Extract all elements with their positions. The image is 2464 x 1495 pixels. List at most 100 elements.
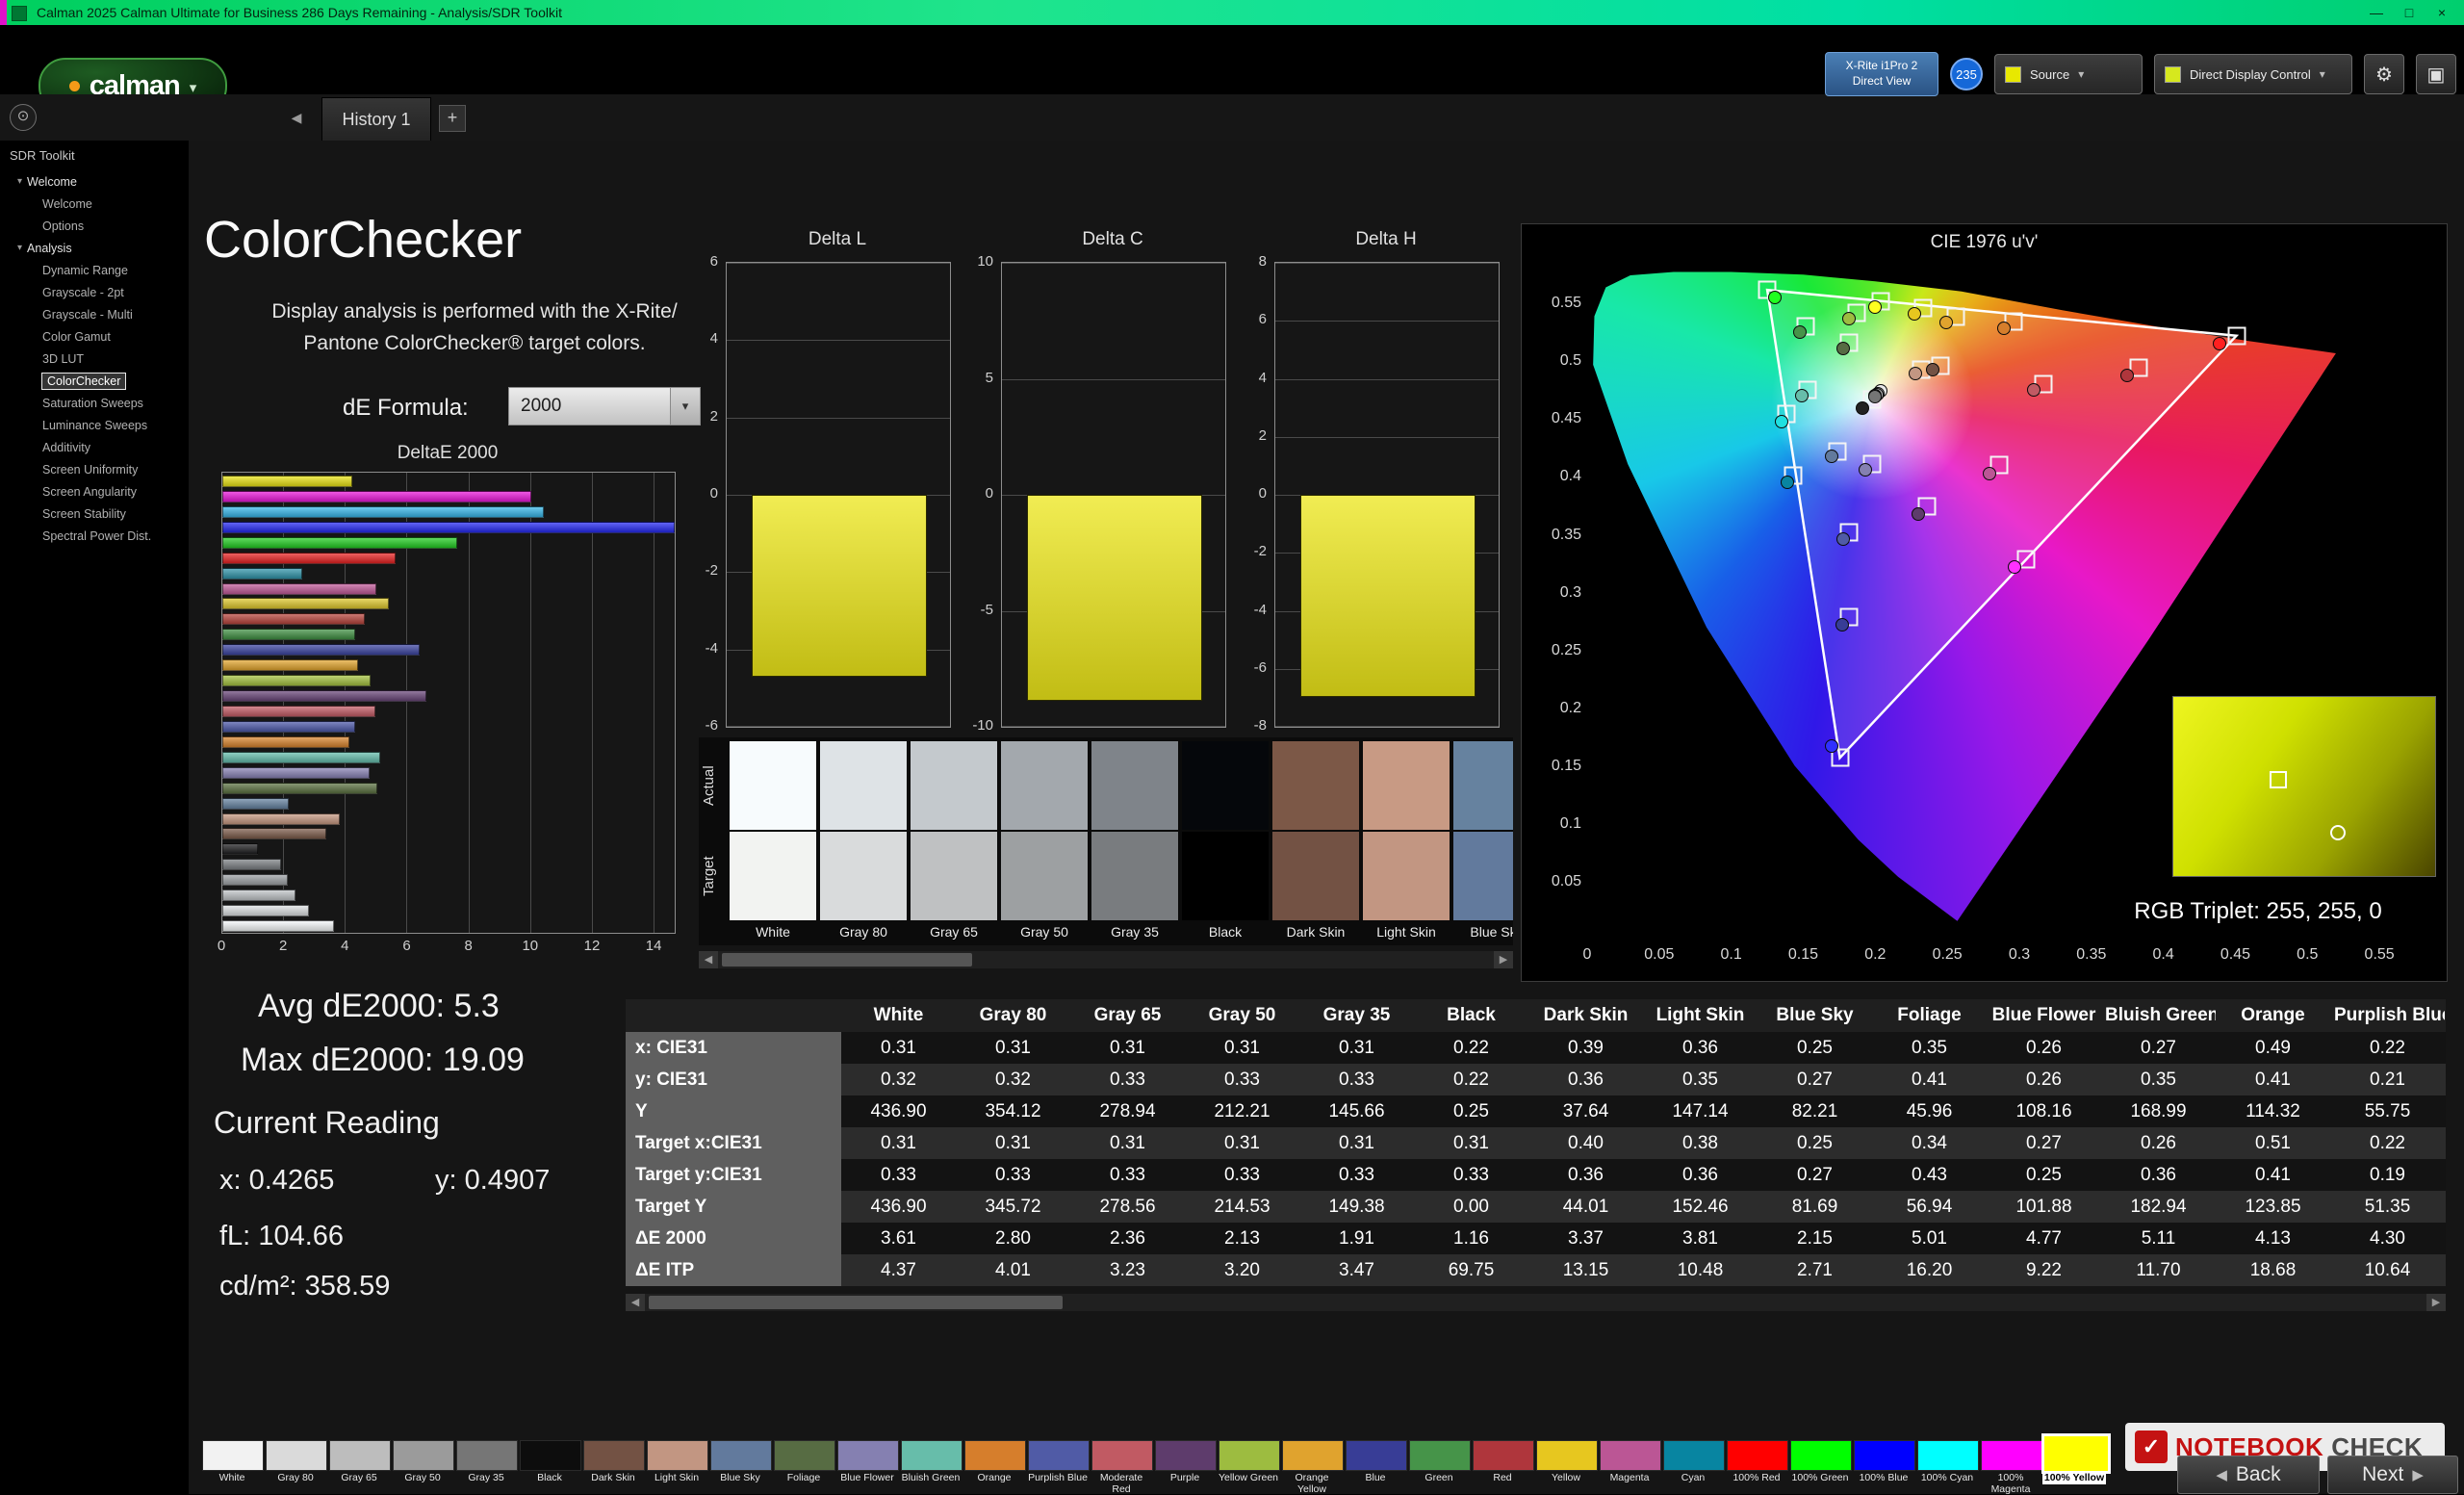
deltae-x-axis: 0 2 4 6 8 10 12 14: [218, 938, 674, 959]
table-cell: 0.33: [956, 1159, 1070, 1191]
table-cell: 147.14: [1643, 1095, 1758, 1127]
y-tick-label: 2: [709, 407, 718, 425]
table-cell: 0.31: [1299, 1032, 1414, 1064]
sidebar-item-screen-angularity[interactable]: Screen Angularity: [0, 480, 189, 503]
patch-100-blue: [1854, 1440, 1915, 1471]
column-header-purplish-blue: Purplish Blue: [2330, 999, 2445, 1032]
table-cell: 0.33: [1070, 1159, 1185, 1191]
row-label: ΔE ITP: [626, 1254, 841, 1286]
table-cell: 4.96: [2445, 1223, 2446, 1254]
tab-scroll-left-icon[interactable]: ◀: [285, 106, 308, 129]
table-cell: 10.48: [1643, 1254, 1758, 1286]
measured-point: [1858, 463, 1872, 477]
table-cell: 1.91: [1299, 1223, 1414, 1254]
column-header-bluish-green: Bluish Green: [2101, 999, 2216, 1032]
sidebar-item-additivity[interactable]: Additivity: [0, 436, 189, 458]
table-cell: 0.19: [2330, 1159, 2445, 1191]
sidebar-item-welcome[interactable]: ▾ Welcome: [0, 170, 189, 193]
measured-point: [1825, 449, 1839, 463]
de-formula-dropdown[interactable]: 2000 ▾: [508, 387, 701, 425]
patch-label: Yellow Green: [1218, 1472, 1279, 1483]
patch-label: Green: [1424, 1472, 1453, 1483]
measured-point: [1836, 341, 1851, 355]
table-cell: 0.46: [2445, 1127, 2446, 1159]
patch-label: Purplish Blue: [1028, 1472, 1088, 1483]
measured-point: [2008, 559, 2022, 574]
table-cell: 0.35: [1872, 1032, 1987, 1064]
measured-point: [1868, 299, 1883, 314]
sidebar-item-saturation-sweeps[interactable]: Saturation Sweeps: [0, 392, 189, 414]
deltae-bar-gray-50: [222, 874, 289, 887]
table-cell: 278.94: [1070, 1095, 1185, 1127]
table-cell: 0.22: [1414, 1032, 1528, 1064]
scroll-left-icon[interactable]: ◀: [699, 951, 718, 968]
sidebar-item-3d-lut[interactable]: 3D LUT: [0, 348, 189, 370]
y-tick-label: -10: [972, 717, 993, 734]
meter-status-badge: 235: [1950, 58, 1983, 90]
table-cell: 4.37: [841, 1254, 956, 1286]
add-tab-button[interactable]: +: [439, 105, 466, 132]
scroll-left-icon[interactable]: ◀: [626, 1294, 645, 1311]
column-header-orange: Orange: [2216, 999, 2330, 1032]
table-cell: 0.35: [2101, 1064, 2216, 1095]
scrollbar-thumb[interactable]: [649, 1296, 1063, 1309]
table-cell: 436.90: [841, 1191, 956, 1223]
sidebar-item-welcome[interactable]: Welcome: [0, 193, 189, 215]
sidebar-item-analysis[interactable]: ▾ Analysis: [0, 237, 189, 259]
row-label: Target Y: [626, 1191, 841, 1223]
sidebar-item-spectral-power-dist[interactable]: Spectral Power Dist.: [0, 525, 189, 547]
patch-label: White: [218, 1472, 245, 1483]
source-label: Source: [2030, 66, 2070, 82]
table-cell: 4.77: [1987, 1223, 2101, 1254]
table-scrollbar[interactable]: ◀ ▶: [626, 1294, 2446, 1311]
scroll-right-icon[interactable]: ▶: [2426, 1294, 2446, 1311]
gear-icon[interactable]: ⚙: [2364, 54, 2404, 94]
measured-point: [1982, 466, 1996, 480]
patch-label: Dark Skin: [591, 1472, 635, 1483]
table-cell: 69.75: [1414, 1254, 1528, 1286]
close-button[interactable]: ×: [2426, 0, 2458, 25]
sidebar-item-options[interactable]: Options: [0, 215, 189, 237]
table-cell: 2.13: [1185, 1223, 1299, 1254]
measured-point: [1767, 291, 1782, 305]
y-tick-label: 0.55: [1551, 295, 1581, 312]
sidebar-item-screen-uniformity[interactable]: Screen Uniformity: [0, 458, 189, 480]
x-tick-label: 8: [464, 938, 473, 954]
source-dropdown[interactable]: Source ▾: [1994, 54, 2143, 94]
meter-button[interactable]: X-Rite i1Pro 2 Direct View: [1825, 52, 1938, 96]
display-panel-icon[interactable]: ▣: [2416, 54, 2456, 94]
target-swatch-black: [1182, 832, 1269, 920]
back-button[interactable]: ◀ Back: [2177, 1456, 2320, 1494]
patch-label: Foliage: [786, 1472, 821, 1483]
y-tick-label: -6: [1253, 658, 1267, 676]
maximize-button[interactable]: □: [2393, 0, 2426, 25]
toolkit-home-button[interactable]: ⊙: [10, 104, 37, 131]
sidebar-item-color-gamut[interactable]: Color Gamut: [0, 325, 189, 348]
table-cell: 0.25: [1758, 1127, 1872, 1159]
sidebar-item-colorchecker[interactable]: ColorChecker: [0, 370, 189, 392]
actual-swatch-black: [1182, 741, 1269, 830]
y-tick-label: 0.25: [1551, 641, 1581, 658]
scrollbar-thumb[interactable]: [722, 953, 972, 967]
table-cell: 0.36: [1643, 1159, 1758, 1191]
deltae-bar-100-red: [222, 552, 396, 564]
max-de2000-stat: Max dE2000: 19.09: [241, 1042, 525, 1078]
table-row: ΔE 2000 3.61 2.80 2.36 2.13 1.91 1.16 3.37 3.81 2…: [626, 1223, 2446, 1254]
table-cell: 79.34: [2445, 1095, 2446, 1127]
swatch-scrollbar[interactable]: ◀ ▶: [699, 951, 1513, 968]
source-color-chip: [2005, 65, 2021, 83]
table-cell: 212.21: [1185, 1095, 1299, 1127]
sidebar-item-grayscale-multi[interactable]: Grayscale - Multi: [0, 303, 189, 325]
sidebar-item-screen-stability[interactable]: Screen Stability: [0, 503, 189, 525]
minimize-button[interactable]: —: [2360, 0, 2393, 25]
measured-point: [1836, 532, 1851, 547]
display-control-dropdown[interactable]: Direct Display Control ▾: [2154, 54, 2352, 94]
next-button[interactable]: Next ▶: [2327, 1456, 2458, 1494]
deltae-bar-light-skin: [222, 812, 341, 825]
tab-history-1[interactable]: History 1: [321, 97, 431, 142]
sidebar-item-dynamic-range[interactable]: Dynamic Range: [0, 259, 189, 281]
scroll-right-icon[interactable]: ▶: [1494, 951, 1513, 968]
sidebar-item-grayscale-2pt[interactable]: Grayscale - 2pt: [0, 281, 189, 303]
sidebar-item-luminance-sweeps[interactable]: Luminance Sweeps: [0, 414, 189, 436]
actual-swatch-gray-65: [911, 741, 997, 830]
